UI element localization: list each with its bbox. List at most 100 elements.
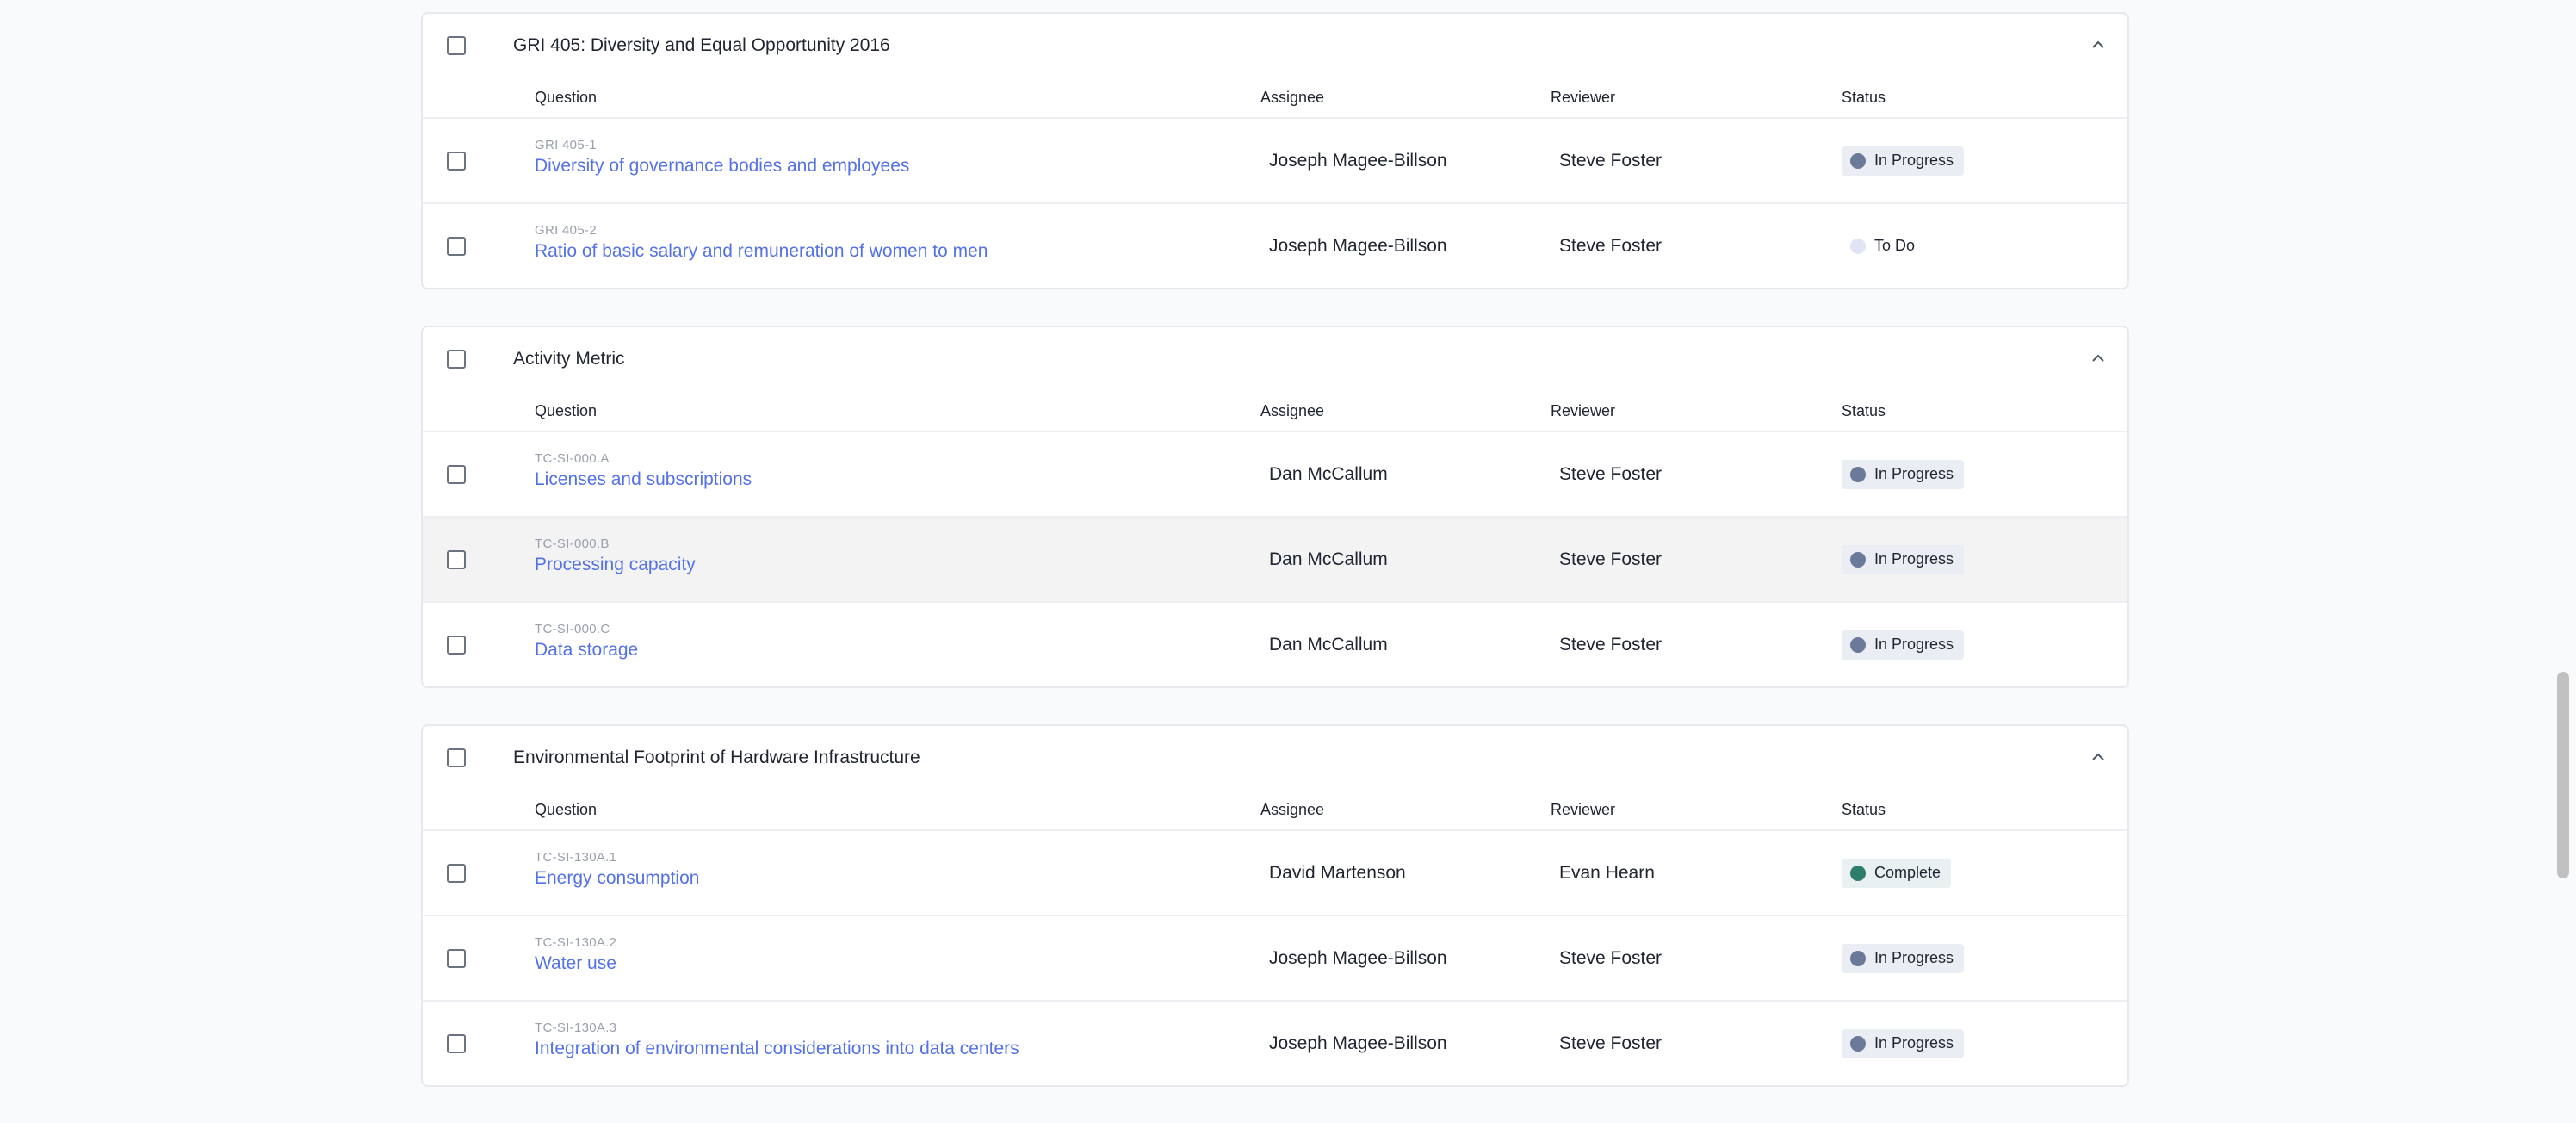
column-header-status: Status — [1842, 800, 1886, 818]
row-select-checkbox[interactable] — [447, 549, 466, 569]
reviewer-name: Steve Foster — [1559, 150, 1663, 171]
question-code: TC-SI-000.C — [535, 622, 610, 636]
assignee-name: David Martenson — [1269, 862, 1406, 883]
group-title: GRI 405: Diversity and Equal Opportunity… — [513, 35, 890, 55]
assignee-name: Dan McCallum — [1269, 634, 1388, 655]
row-select-checkbox[interactable] — [447, 635, 466, 655]
question-link[interactable]: Diversity of governance bodies and emplo… — [535, 153, 909, 179]
row-select-checkbox[interactable] — [447, 948, 466, 968]
row-select-checkbox[interactable] — [447, 236, 466, 256]
status-dot-icon — [1850, 950, 1866, 966]
assignee-name: Joseph Magee-Billson — [1269, 235, 1447, 256]
status-badge[interactable]: In Progress — [1842, 943, 1965, 973]
column-header-assignee: Assignee — [1260, 401, 1325, 419]
chevron-up-icon[interactable] — [2088, 34, 2108, 55]
column-header-status: Status — [1842, 88, 1886, 106]
status-badge[interactable]: In Progress — [1842, 630, 1965, 660]
row-select-checkbox[interactable] — [447, 1033, 466, 1053]
question-code: TC-SI-000.B — [535, 537, 610, 551]
reviewer-name: Evan Hearn — [1559, 862, 1655, 883]
table-row[interactable]: TC-SI-130A.2 Water use Joseph Magee-Bill… — [423, 916, 2127, 1002]
reviewer-name: Steve Foster — [1559, 549, 1663, 569]
status-label: In Progress — [1874, 465, 1954, 482]
row-select-checkbox[interactable] — [447, 863, 466, 883]
status-dot-icon — [1850, 636, 1866, 653]
table-row[interactable]: TC-SI-000.B Processing capacity Dan McCa… — [423, 518, 2127, 603]
assignee-name: Dan McCallum — [1269, 549, 1388, 569]
group-header[interactable]: Activity Metric — [423, 327, 2127, 391]
table-row[interactable]: GRI 405-2 Ratio of basic salary and remu… — [423, 204, 2127, 288]
reviewer-name: Steve Foster — [1559, 235, 1663, 256]
question-code: TC-SI-000.A — [535, 451, 610, 466]
status-label: In Progress — [1874, 152, 1954, 169]
question-code: TC-SI-130A.2 — [535, 935, 617, 950]
column-headers: Question Assignee Reviewer Status — [423, 78, 2127, 119]
row-select-checkbox[interactable] — [447, 151, 466, 171]
status-label: To Do — [1874, 237, 1916, 254]
row-select-checkbox[interactable] — [447, 464, 466, 484]
question-cell: GRI 405-2 Ratio of basic salary and remu… — [535, 223, 988, 264]
assignee-name: Dan McCallum — [1269, 463, 1388, 484]
question-group: Environmental Footprint of Hardware Infr… — [421, 724, 2129, 1087]
chevron-up-icon[interactable] — [2088, 747, 2108, 767]
status-badge[interactable]: In Progress — [1842, 544, 1965, 574]
group-select-checkbox[interactable] — [447, 748, 466, 767]
chevron-up-icon[interactable] — [2088, 348, 2108, 369]
assignee-name: Joseph Magee-Billson — [1269, 947, 1447, 968]
question-group: GRI 405: Diversity and Equal Opportunity… — [421, 12, 2129, 289]
question-code: GRI 405-2 — [535, 223, 597, 238]
status-dot-icon — [1850, 238, 1866, 254]
column-headers: Question Assignee Reviewer Status — [423, 391, 2127, 432]
status-label: In Progress — [1874, 1034, 1954, 1052]
group-select-checkbox[interactable] — [447, 36, 466, 55]
column-header-reviewer: Reviewer — [1551, 401, 1616, 419]
table-row[interactable]: TC-SI-000.A Licenses and subscriptions D… — [423, 432, 2127, 518]
status-label: In Progress — [1874, 949, 1954, 966]
question-link[interactable]: Water use — [535, 951, 616, 977]
question-cell: TC-SI-130A.2 Water use — [535, 935, 616, 977]
table-row[interactable]: TC-SI-130A.3 Integration of environmenta… — [423, 1002, 2127, 1085]
question-link[interactable]: Processing capacity — [535, 552, 696, 578]
question-cell: TC-SI-130A.1 Energy consumption — [535, 850, 699, 891]
question-link[interactable]: Ratio of basic salary and remuneration o… — [535, 239, 988, 264]
status-badge[interactable]: In Progress — [1842, 1028, 1965, 1058]
table-row[interactable]: GRI 405-1 Diversity of governance bodies… — [423, 119, 2127, 204]
question-link[interactable]: Licenses and subscriptions — [535, 467, 752, 493]
column-header-reviewer: Reviewer — [1551, 88, 1616, 106]
question-cell: TC-SI-130A.3 Integration of environmenta… — [535, 1021, 1019, 1062]
table-row[interactable]: TC-SI-130A.1 Energy consumption David Ma… — [423, 831, 2127, 916]
status-badge[interactable]: In Progress — [1842, 459, 1965, 489]
question-cell: TC-SI-000.A Licenses and subscriptions — [535, 451, 752, 493]
reviewer-name: Steve Foster — [1559, 463, 1663, 484]
column-header-question: Question — [535, 88, 598, 106]
column-header-question: Question — [535, 800, 598, 818]
status-badge[interactable]: To Do — [1842, 232, 1925, 261]
question-code: TC-SI-130A.3 — [535, 1021, 617, 1035]
question-link[interactable]: Integration of environmental considerati… — [535, 1036, 1019, 1062]
status-label: In Progress — [1874, 550, 1954, 568]
questions-list: GRI 405: Diversity and Equal Opportunity… — [421, 12, 2129, 1123]
column-header-assignee: Assignee — [1260, 800, 1325, 818]
column-header-question: Question — [535, 401, 598, 419]
question-link[interactable]: Data storage — [535, 637, 638, 663]
vertical-scrollbar-thumb[interactable] — [2557, 672, 2569, 878]
status-badge[interactable]: In Progress — [1842, 146, 1965, 176]
question-code: TC-SI-130A.1 — [535, 850, 617, 865]
column-header-reviewer: Reviewer — [1551, 800, 1616, 818]
table-row[interactable]: TC-SI-000.C Data storage Dan McCallum St… — [423, 603, 2127, 686]
status-label: In Progress — [1874, 636, 1954, 653]
status-dot-icon — [1850, 865, 1866, 881]
group-header[interactable]: Environmental Footprint of Hardware Infr… — [423, 726, 2127, 790]
question-link[interactable]: Energy consumption — [535, 866, 699, 891]
group-select-checkbox[interactable] — [447, 350, 466, 369]
question-cell: TC-SI-000.C Data storage — [535, 622, 638, 663]
assignee-name: Joseph Magee-Billson — [1269, 150, 1447, 171]
status-badge[interactable]: Complete — [1842, 858, 1952, 888]
reviewer-name: Steve Foster — [1559, 634, 1663, 655]
column-headers: Question Assignee Reviewer Status — [423, 790, 2127, 831]
status-dot-icon — [1850, 152, 1866, 169]
reviewer-name: Steve Foster — [1559, 947, 1663, 968]
column-header-status: Status — [1842, 401, 1886, 419]
group-header[interactable]: GRI 405: Diversity and Equal Opportunity… — [423, 14, 2127, 78]
column-header-assignee: Assignee — [1260, 88, 1325, 106]
